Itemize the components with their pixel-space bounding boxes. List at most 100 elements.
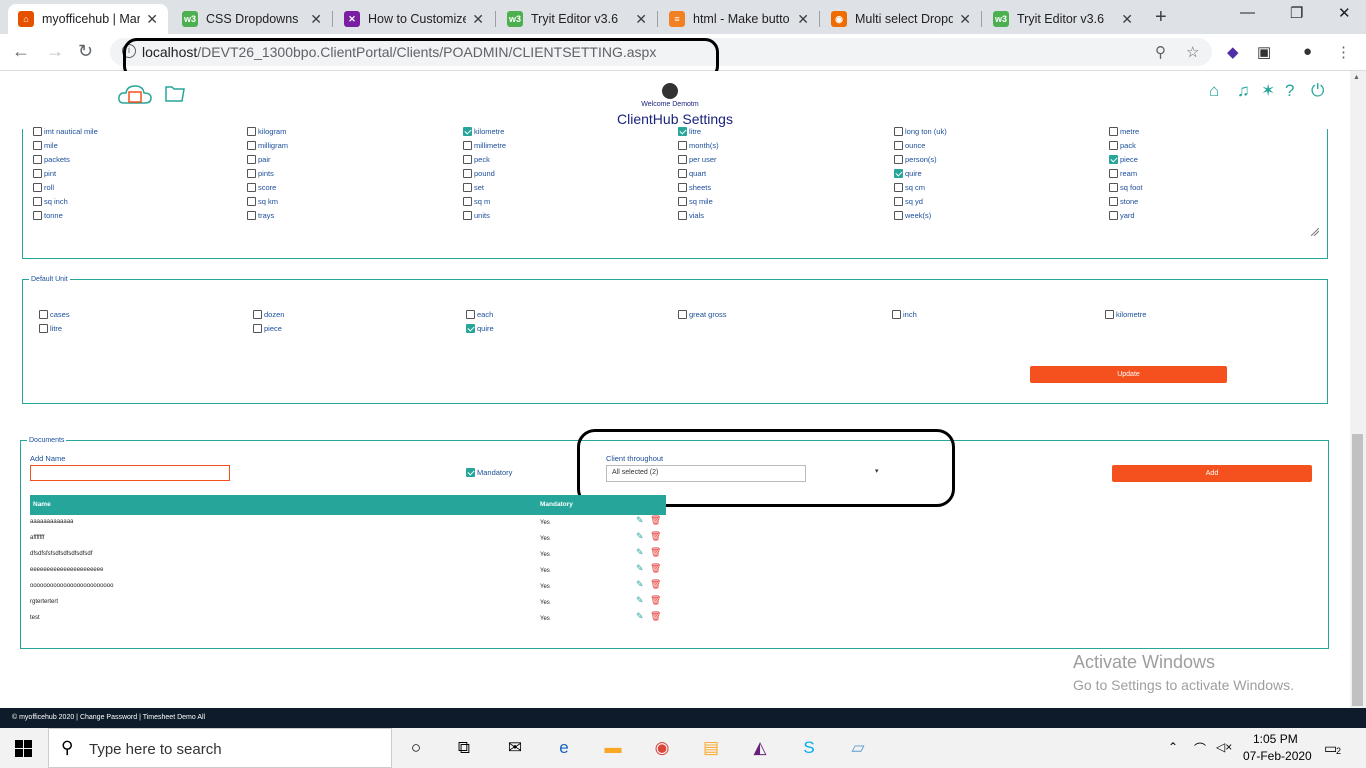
checkbox-icon[interactable] xyxy=(33,127,42,136)
unit-checkbox[interactable]: packets xyxy=(33,155,70,164)
tab-close-icon[interactable]: ✕ xyxy=(146,11,158,28)
checkbox-icon[interactable] xyxy=(33,169,42,178)
edit-icon[interactable]: ✎ xyxy=(636,595,644,606)
unit-checkbox[interactable]: metre xyxy=(1109,127,1139,136)
network-icon[interactable]: ⌒ xyxy=(1194,740,1206,757)
unit-checkbox[interactable]: quire xyxy=(894,169,922,178)
unit-checkbox[interactable]: sq inch xyxy=(33,197,68,206)
unit-checkbox[interactable]: ream xyxy=(1109,169,1137,178)
checkbox-icon[interactable] xyxy=(678,127,687,136)
browser-tab[interactable]: ⌂ myofficehub | Mar ✕ xyxy=(8,4,168,34)
checkbox-icon[interactable] xyxy=(466,310,475,319)
unit-checkbox[interactable]: pound xyxy=(463,169,495,178)
cortana-icon[interactable]: ○ xyxy=(404,736,428,760)
checkbox-icon[interactable] xyxy=(678,155,687,164)
power-icon[interactable]: ⏻ xyxy=(1311,81,1324,101)
checkbox-icon[interactable] xyxy=(463,197,472,206)
reload-button[interactable]: ↻ xyxy=(78,41,93,62)
checkbox-icon[interactable] xyxy=(247,197,256,206)
unit-checkbox[interactable]: quire xyxy=(466,324,494,333)
checkbox-icon[interactable] xyxy=(253,310,262,319)
unit-checkbox[interactable]: tonne xyxy=(33,211,63,220)
checkbox-icon[interactable] xyxy=(1109,197,1118,206)
checkbox-icon[interactable] xyxy=(463,127,472,136)
forward-button[interactable]: → xyxy=(46,41,64,62)
checkbox-icon[interactable] xyxy=(894,127,903,136)
edit-icon[interactable]: ✎ xyxy=(636,515,644,526)
unit-checkbox[interactable]: imt nautical mile xyxy=(33,127,98,136)
unit-checkbox[interactable]: each xyxy=(466,310,493,319)
browser-tab[interactable]: ✕ How to Customize ✕ xyxy=(334,4,494,34)
maximize-button[interactable]: ❐ xyxy=(1290,4,1303,22)
delete-icon[interactable]: 🗑 xyxy=(650,531,661,542)
file-explorer-icon[interactable]: ▬ xyxy=(601,736,625,760)
checkbox-icon[interactable] xyxy=(678,197,687,206)
checkbox-icon[interactable] xyxy=(466,468,475,477)
checkbox-icon[interactable] xyxy=(1109,183,1118,192)
checkbox-icon[interactable] xyxy=(463,169,472,178)
checkbox-icon[interactable] xyxy=(1109,141,1118,150)
help-icon[interactable]: ? xyxy=(1285,81,1294,101)
selenium-extension-icon[interactable]: ▣ xyxy=(1257,43,1271,61)
unit-checkbox[interactable]: sq foot xyxy=(1109,183,1143,192)
unit-checkbox[interactable]: score xyxy=(247,183,276,192)
unit-checkbox[interactable]: cases xyxy=(39,310,70,319)
skype-icon[interactable]: S xyxy=(797,736,821,760)
checkbox-icon[interactable] xyxy=(678,183,687,192)
checkbox-icon[interactable] xyxy=(1109,155,1118,164)
checkbox-icon[interactable] xyxy=(1109,211,1118,220)
checkbox-icon[interactable] xyxy=(463,155,472,164)
unit-checkbox[interactable]: litre xyxy=(39,324,62,333)
checkbox-icon[interactable] xyxy=(894,141,903,150)
checkbox-icon[interactable] xyxy=(33,141,42,150)
unit-checkbox[interactable]: milligram xyxy=(247,141,288,150)
new-tab-button[interactable]: + xyxy=(1155,6,1167,29)
unit-checkbox[interactable]: month(s) xyxy=(678,141,719,150)
browser-tab[interactable]: w3 Tryit Editor v3.6 ✕ xyxy=(497,4,657,34)
checkbox-icon[interactable] xyxy=(247,183,256,192)
unit-checkbox[interactable]: inch xyxy=(892,310,917,319)
unit-checkbox[interactable]: units xyxy=(463,211,490,220)
bell-icon[interactable]: ♫ xyxy=(1237,81,1250,101)
checkbox-icon[interactable] xyxy=(894,169,903,178)
browser-tab[interactable]: w3 Tryit Editor v3.6 ✕ xyxy=(983,4,1143,34)
delete-icon[interactable]: 🗑 xyxy=(650,563,661,574)
unit-checkbox[interactable]: ounce xyxy=(894,141,925,150)
folder-icon[interactable] xyxy=(164,83,186,103)
cloud-logo-icon[interactable] xyxy=(118,83,152,105)
close-window-button[interactable]: ✕ xyxy=(1338,4,1351,22)
delete-icon[interactable]: 🗑 xyxy=(650,595,661,606)
scrollbar-thumb[interactable] xyxy=(1352,434,1363,706)
unit-checkbox[interactable]: piece xyxy=(253,324,282,333)
checkbox-icon[interactable] xyxy=(253,324,262,333)
checkbox-icon[interactable] xyxy=(247,211,256,220)
unit-checkbox[interactable]: quart xyxy=(678,169,706,178)
checkbox-icon[interactable] xyxy=(33,183,42,192)
checkbox-icon[interactable] xyxy=(894,211,903,220)
extension-icon[interactable]: ◆ xyxy=(1227,43,1239,61)
unit-checkbox[interactable]: pint xyxy=(33,169,56,178)
checkbox-icon[interactable] xyxy=(33,197,42,206)
checkbox-icon[interactable] xyxy=(1109,169,1118,178)
mandatory-checkbox[interactable]: Mandatory xyxy=(466,468,512,477)
volume-icon[interactable]: ◁× xyxy=(1216,740,1232,754)
unit-checkbox[interactable]: vials xyxy=(678,211,704,220)
checkbox-icon[interactable] xyxy=(678,169,687,178)
add-name-input[interactable] xyxy=(30,465,230,481)
scroll-up-arrow-icon[interactable]: ▲ xyxy=(1353,74,1360,81)
bookmark-star-icon[interactable]: ☆ xyxy=(1186,43,1199,61)
windows-start-icon[interactable] xyxy=(15,740,32,757)
mail-icon[interactable]: ✉ xyxy=(503,736,527,760)
unit-checkbox[interactable]: pack xyxy=(1109,141,1136,150)
unit-checkbox[interactable]: great gross xyxy=(678,310,727,319)
delete-icon[interactable]: 🗑 xyxy=(650,547,661,558)
unit-checkbox[interactable]: dozen xyxy=(253,310,284,319)
sql-tool-icon[interactable]: ▤ xyxy=(699,736,723,760)
unit-checkbox[interactable]: stone xyxy=(1109,197,1138,206)
unit-checkbox[interactable]: person(s) xyxy=(894,155,937,164)
tab-close-icon[interactable]: ✕ xyxy=(1121,11,1133,28)
edit-icon[interactable]: ✎ xyxy=(636,579,644,590)
checkbox-icon[interactable] xyxy=(466,324,475,333)
add-button[interactable]: Add xyxy=(1112,465,1312,482)
checkbox-icon[interactable] xyxy=(463,183,472,192)
